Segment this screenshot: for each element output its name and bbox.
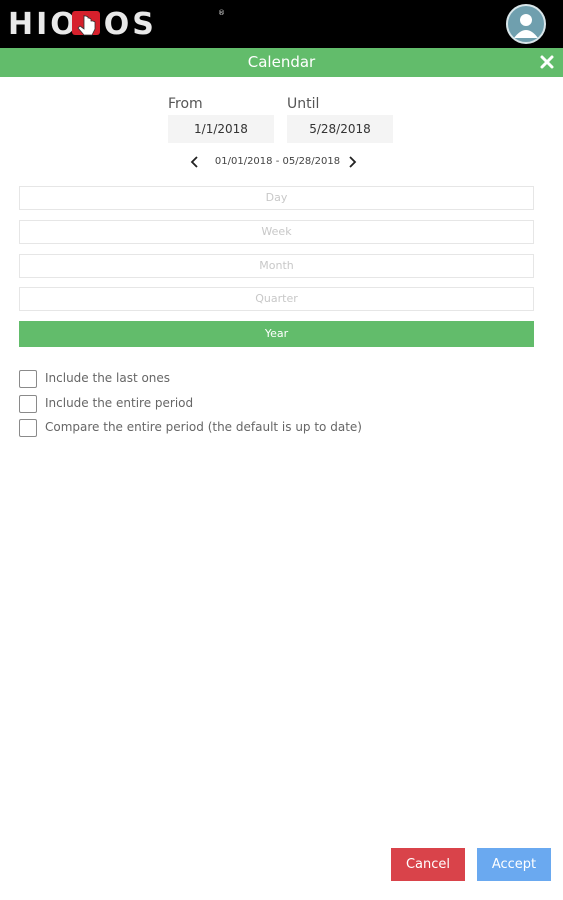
- period-month-button[interactable]: Month: [19, 254, 534, 278]
- close-icon[interactable]: [539, 54, 555, 70]
- include-entire-period-label: Include the entire period: [45, 396, 194, 410]
- top-bar: HIOPOS ®: [0, 0, 563, 48]
- from-label: From: [168, 96, 203, 112]
- chevron-right-icon[interactable]: [346, 156, 358, 168]
- period-week-button[interactable]: Week: [19, 220, 534, 244]
- period-day-button[interactable]: Day: [19, 186, 534, 210]
- svg-text:®: ®: [218, 9, 225, 17]
- include-last-ones-label: Include the last ones: [45, 371, 171, 385]
- period-year-button[interactable]: Year: [19, 321, 534, 347]
- date-range-text: 01/01/2018 - 05/28/2018: [214, 156, 341, 167]
- chevron-left-icon[interactable]: [189, 156, 201, 168]
- cancel-button[interactable]: Cancel: [391, 848, 465, 881]
- compare-entire-period-label: Compare the entire period (the default i…: [45, 420, 362, 434]
- hiopos-logo: HIOPOS ®: [8, 7, 225, 41]
- compare-entire-period-checkbox[interactable]: [19, 419, 37, 437]
- from-date-field[interactable]: 1/1/2018: [168, 115, 274, 143]
- include-entire-period-checkbox[interactable]: [19, 395, 37, 413]
- accept-button[interactable]: Accept: [477, 848, 551, 881]
- user-avatar[interactable]: [506, 4, 546, 44]
- until-label: Until: [287, 96, 320, 112]
- dialog-title: Calendar: [247, 53, 316, 71]
- range-navigator: 01/01/2018 - 05/28/2018: [0, 152, 563, 172]
- user-icon: [514, 14, 538, 38]
- dialog-title-bar: Calendar: [0, 48, 563, 77]
- until-date-field[interactable]: 5/28/2018: [287, 115, 393, 143]
- include-last-ones-checkbox[interactable]: [19, 370, 37, 388]
- period-quarter-button[interactable]: Quarter: [19, 287, 534, 311]
